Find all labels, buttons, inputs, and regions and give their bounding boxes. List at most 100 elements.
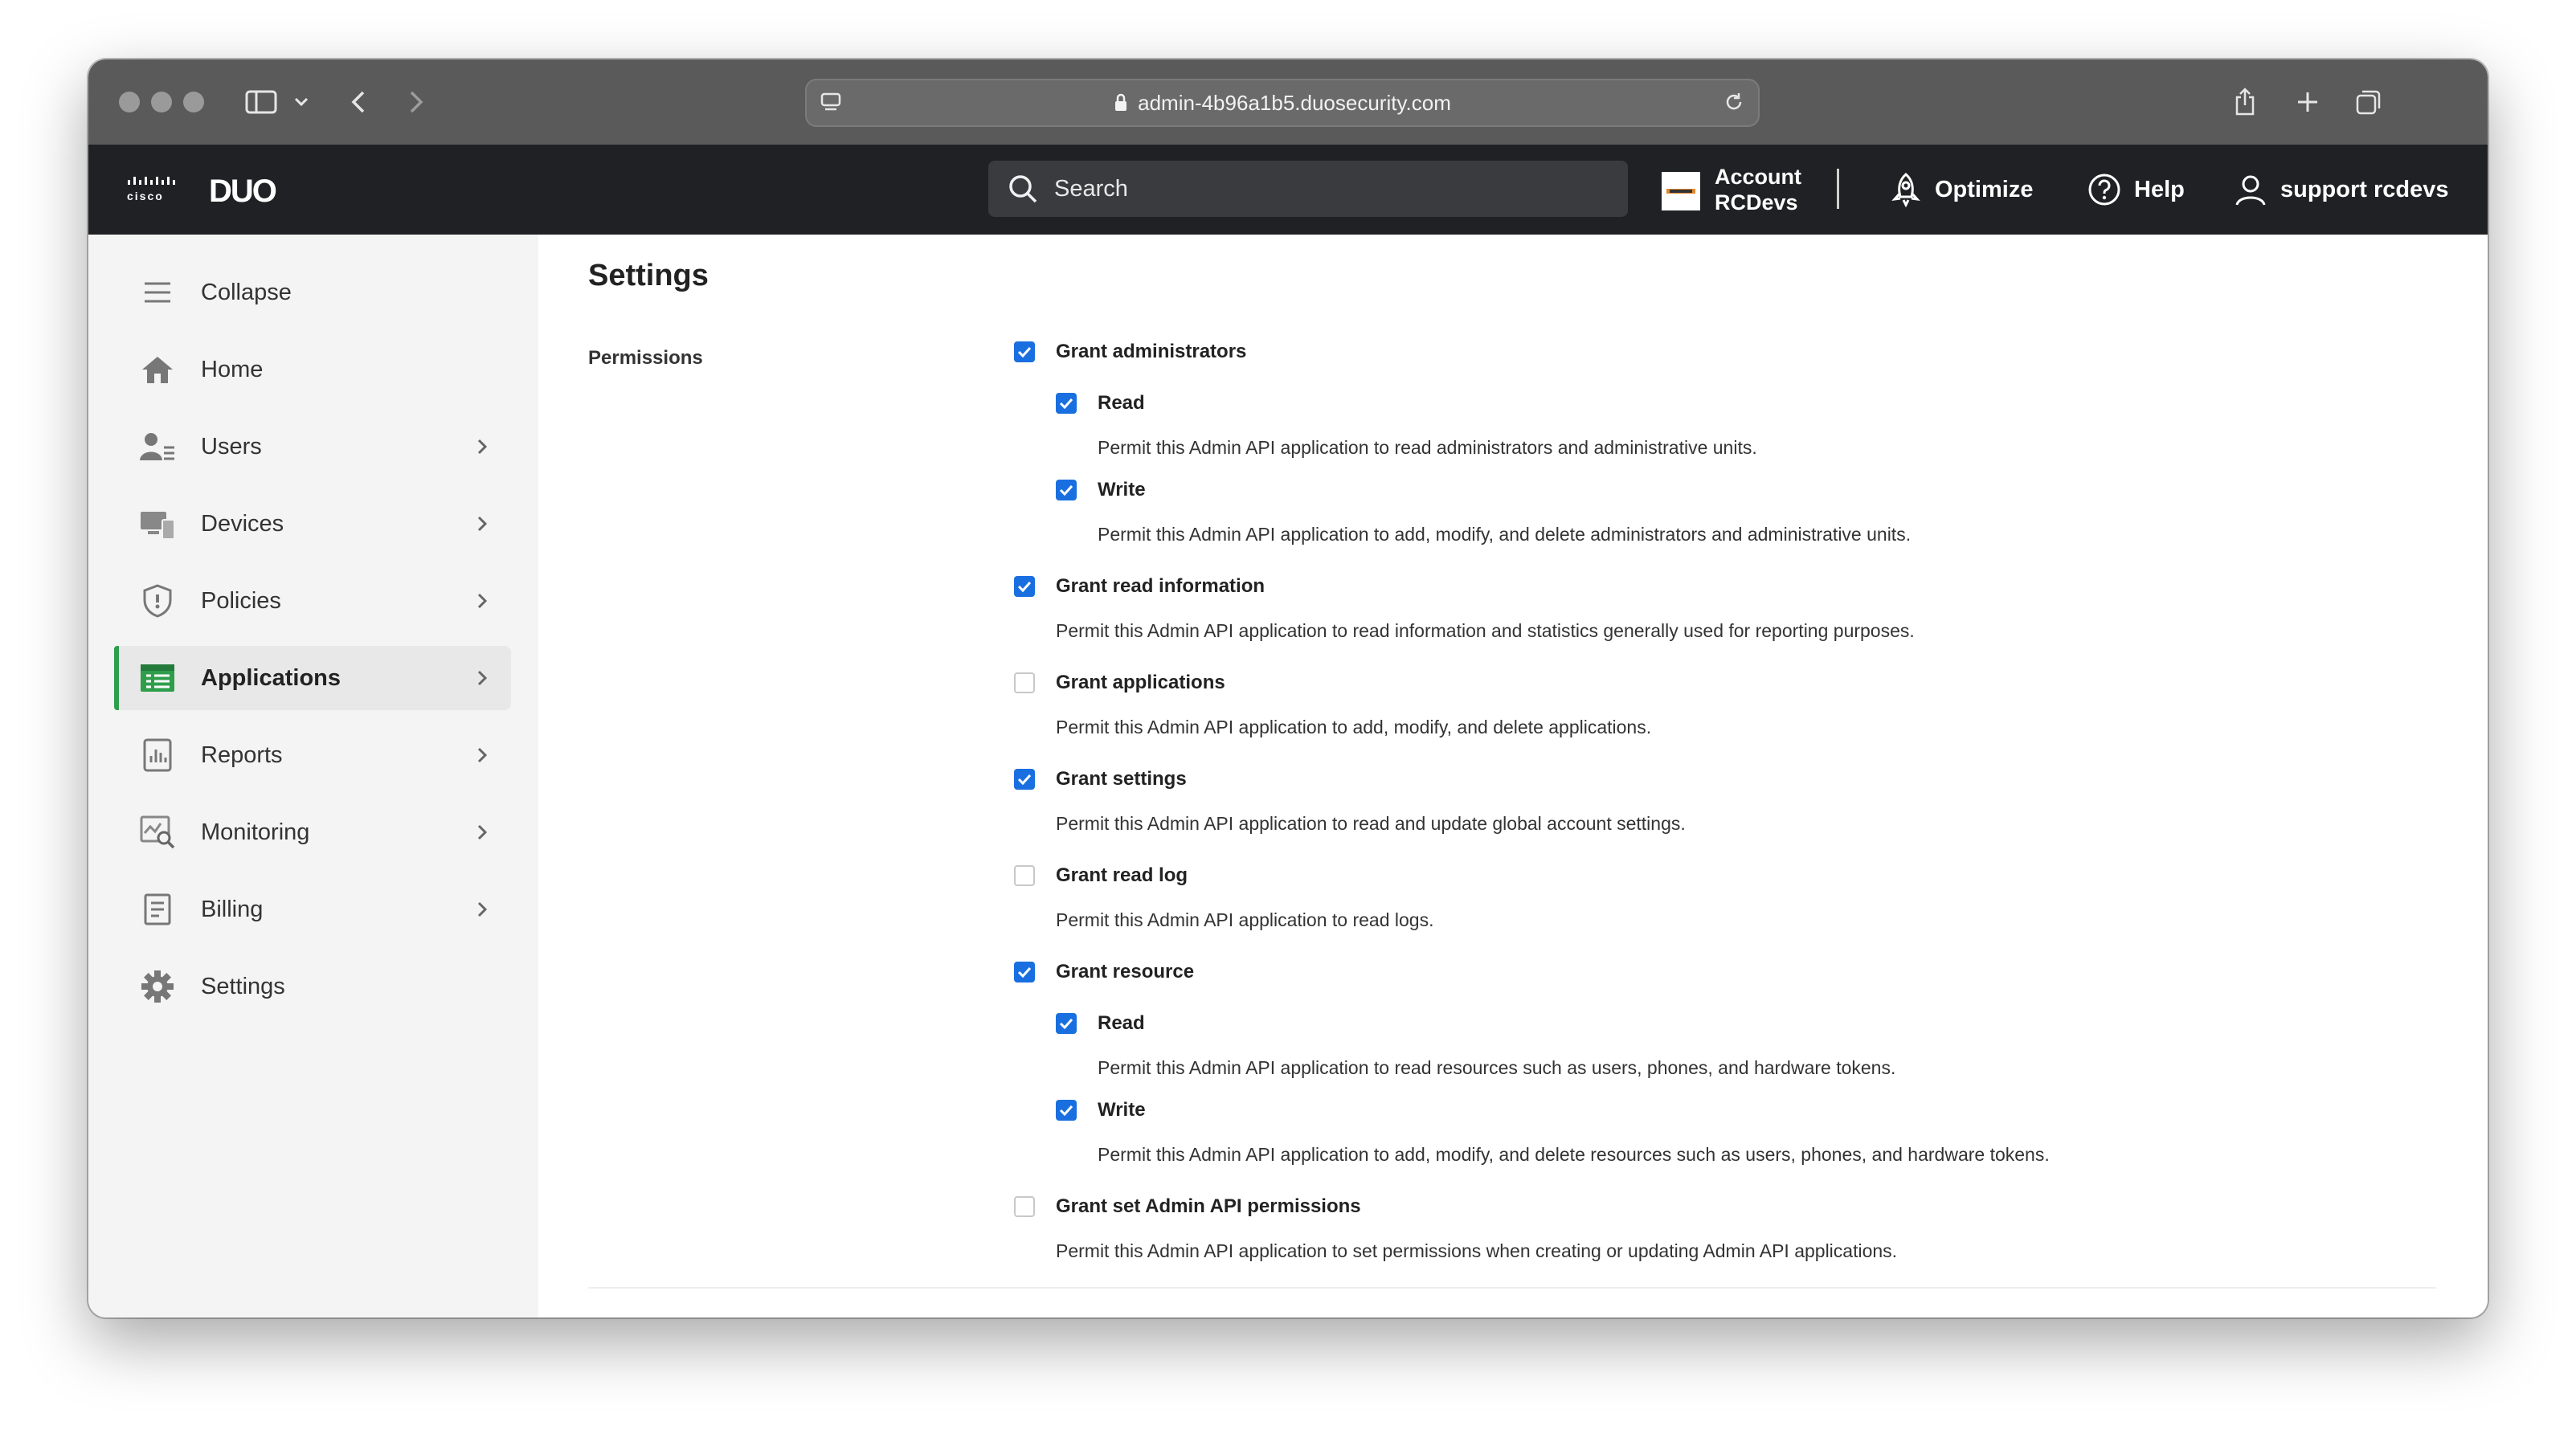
permission-grant-applications[interactable]: Grant applications	[1014, 672, 1225, 694]
back-icon[interactable]	[344, 84, 373, 121]
tab-overview-icon[interactable]	[2353, 84, 2385, 121]
user-menu-button[interactable]: support rcdevs	[2234, 167, 2449, 212]
help-label: Help	[2134, 176, 2185, 202]
permission-resource-read[interactable]: Read	[1056, 1012, 1145, 1035]
checkbox-unchecked[interactable]	[1014, 865, 1035, 886]
permission-description: Permit this Admin API application to add…	[1098, 524, 1912, 545]
permission-description: Permit this Admin API application to rea…	[1098, 1057, 1896, 1078]
sidebar-nav: Collapse Home Users Devices Policies App…	[88, 235, 538, 1317]
chevron-right-icon	[472, 668, 492, 688]
cisco-logo-text: cisco	[127, 190, 164, 202]
checkbox-checked[interactable]	[1014, 576, 1035, 597]
chevron-right-icon	[472, 900, 492, 919]
permission-label: Grant settings	[1056, 768, 1187, 790]
permission-description: Permit this Admin API application to rea…	[1098, 437, 1757, 458]
permission-grant-set-admin-api-permissions[interactable]: Grant set Admin API permissions	[1014, 1195, 1361, 1218]
permission-label: Read	[1098, 1012, 1145, 1034]
sidebar-item-applications[interactable]: Applications	[114, 646, 511, 710]
checkmark-icon	[1059, 1105, 1073, 1116]
devices-icon	[140, 506, 175, 541]
chevron-down-icon[interactable]	[291, 84, 312, 121]
checkmark-icon	[1017, 346, 1032, 357]
sidebar-item-monitoring[interactable]: Monitoring	[114, 800, 511, 864]
permission-grant-settings[interactable]: Grant settings	[1014, 768, 1187, 790]
share-icon[interactable]	[2229, 84, 2261, 121]
account-label: Account	[1715, 165, 1801, 189]
permission-grant-read-information[interactable]: Grant read information	[1014, 575, 1265, 598]
checkbox-unchecked[interactable]	[1014, 1196, 1035, 1217]
sidebar-item-label: Policies	[201, 587, 281, 614]
search-placeholder: Search	[1054, 175, 1128, 202]
permission-admin-write[interactable]: Write	[1056, 479, 1146, 501]
checkbox-unchecked[interactable]	[1014, 672, 1035, 693]
permission-label: Grant resource	[1056, 961, 1195, 982]
optimize-button[interactable]: Optimize	[1890, 167, 2033, 212]
checkbox-checked[interactable]	[1014, 962, 1035, 982]
section-divider	[588, 1287, 2436, 1289]
sidebar-item-billing[interactable]: Billing	[114, 877, 511, 942]
sidebar-item-reports[interactable]: Reports	[114, 723, 511, 787]
header-divider	[1837, 169, 1839, 209]
sidebar-item-users[interactable]: Users	[114, 415, 511, 479]
users-icon	[140, 429, 175, 464]
gear-icon	[140, 969, 175, 1004]
sidebar-item-settings[interactable]: Settings	[114, 954, 511, 1019]
maximize-window-button[interactable]	[183, 92, 204, 112]
account-switcher[interactable]: Account RCDevs	[1715, 164, 1801, 215]
permission-grant-read-log[interactable]: Grant read log	[1014, 864, 1188, 887]
checkbox-checked[interactable]	[1056, 393, 1077, 414]
account-logo	[1662, 172, 1700, 210]
new-tab-icon[interactable]	[2292, 84, 2324, 121]
sidebar-item-home[interactable]: Home	[114, 337, 511, 402]
rocket-icon	[1891, 173, 1920, 207]
reload-icon[interactable]	[1718, 84, 1750, 121]
app-header: cisco DUO Search Account RCDevs Optimize…	[88, 145, 2488, 235]
sidebar-item-label: Reports	[201, 741, 283, 768]
permission-grant-administrators[interactable]: Grant administrators	[1014, 341, 1246, 363]
address-bar[interactable]: admin-4b96a1b5.duosecurity.com	[805, 79, 1760, 127]
forward-icon[interactable]	[402, 84, 431, 121]
chevron-right-icon	[472, 823, 492, 842]
sidebar-toggle-icon[interactable]	[243, 84, 280, 121]
sidebar-item-policies[interactable]: Policies	[114, 569, 511, 633]
sidebar-item-label: Applications	[201, 664, 341, 691]
search-input[interactable]: Search	[988, 161, 1628, 217]
sidebar-item-label: Users	[201, 433, 262, 460]
checkmark-icon	[1059, 484, 1073, 496]
shield-icon	[140, 583, 175, 619]
permissions-section-label: Permissions	[588, 347, 703, 369]
home-icon	[140, 352, 175, 387]
checkbox-checked[interactable]	[1056, 1013, 1077, 1034]
permission-label: Write	[1098, 479, 1146, 500]
account-name: RCDevs	[1715, 190, 1798, 214]
permission-description: Permit this Admin API application to add…	[1098, 1144, 2050, 1165]
close-window-button[interactable]	[119, 92, 140, 112]
minimize-window-button[interactable]	[151, 92, 172, 112]
checkbox-checked[interactable]	[1014, 769, 1035, 790]
duo-logo[interactable]: DUO	[209, 174, 277, 210]
permission-label: Write	[1098, 1099, 1146, 1121]
help-button[interactable]: Help	[2087, 167, 2185, 212]
url-display: admin-4b96a1b5.duosecurity.com	[807, 80, 1758, 125]
permission-label: Grant set Admin API permissions	[1056, 1195, 1361, 1217]
checkbox-checked[interactable]	[1014, 341, 1035, 362]
billing-icon	[140, 892, 175, 927]
checkmark-icon	[1017, 774, 1032, 785]
monitoring-icon	[140, 815, 175, 850]
permission-label: Read	[1098, 392, 1145, 414]
sidebar-item-label: Devices	[201, 510, 284, 537]
permission-resource-write[interactable]: Write	[1056, 1099, 1146, 1121]
checkbox-checked[interactable]	[1056, 1100, 1077, 1121]
sidebar-item-collapse[interactable]: Collapse	[114, 260, 511, 325]
sidebar-item-label: Billing	[201, 896, 264, 922]
checkbox-checked[interactable]	[1056, 480, 1077, 500]
permission-admin-read[interactable]: Read	[1056, 392, 1145, 415]
page-title: Settings	[588, 259, 709, 292]
permission-description: Permit this Admin API application to set…	[1056, 1240, 1898, 1261]
checkmark-icon	[1017, 581, 1032, 592]
menu-icon	[140, 275, 175, 310]
search-icon	[1009, 175, 1037, 203]
sidebar-item-label: Settings	[201, 973, 285, 999]
permission-grant-resource[interactable]: Grant resource	[1014, 961, 1194, 983]
sidebar-item-devices[interactable]: Devices	[114, 492, 511, 556]
